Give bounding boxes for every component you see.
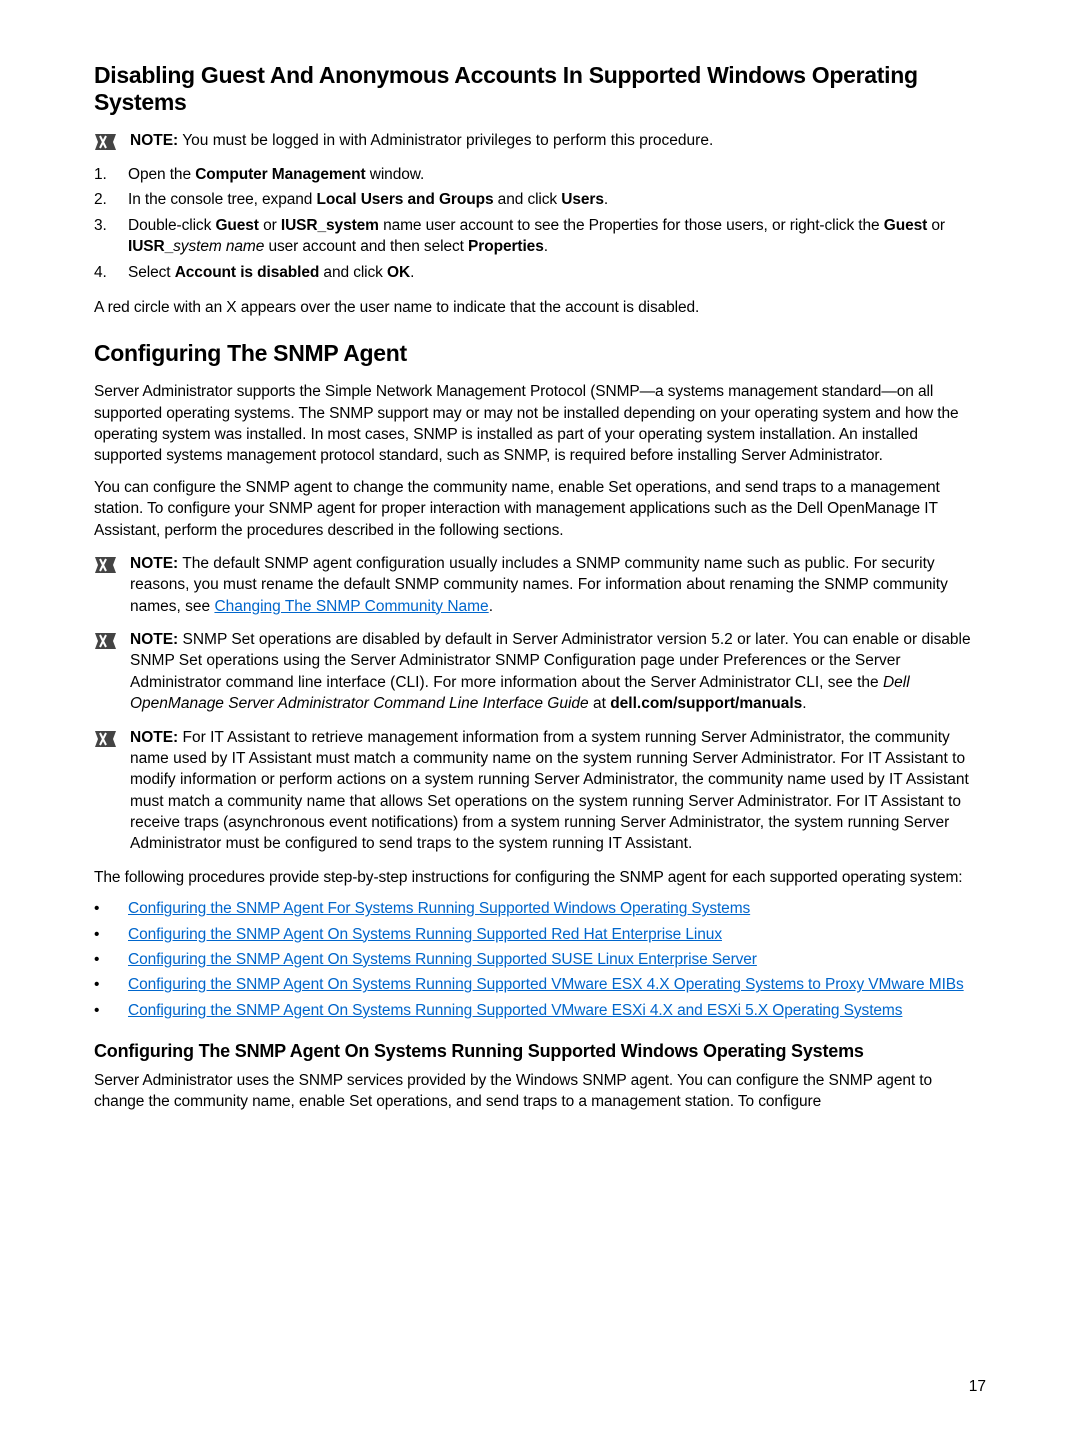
note-icon bbox=[94, 631, 120, 651]
note-set-operations: NOTE: SNMP Set operations are disabled b… bbox=[94, 629, 986, 715]
note-text: NOTE: You must be logged in with Adminis… bbox=[130, 130, 986, 151]
note-it-assistant: NOTE: For IT Assistant to retrieve manag… bbox=[94, 727, 986, 855]
note-admin-privileges: NOTE: You must be logged in with Adminis… bbox=[94, 130, 986, 152]
subsection-title-windows-snmp: Configuring The SNMP Agent On Systems Ru… bbox=[94, 1041, 986, 1062]
closing-text: A red circle with an X appears over the … bbox=[94, 297, 986, 318]
list-item: •Configuring the SNMP Agent On Systems R… bbox=[94, 1000, 986, 1021]
snmp-para2: You can configure the SNMP agent to chan… bbox=[94, 477, 986, 541]
list-item: •Configuring the SNMP Agent For Systems … bbox=[94, 898, 986, 919]
note-icon bbox=[94, 555, 120, 575]
note-icon bbox=[94, 132, 120, 152]
subsection-para: Server Administrator uses the SNMP servi… bbox=[94, 1070, 986, 1113]
link-changing-community-name[interactable]: Changing The SNMP Community Name bbox=[214, 598, 488, 615]
link-list: •Configuring the SNMP Agent For Systems … bbox=[94, 898, 986, 1021]
note-community-name: NOTE: The default SNMP agent configurati… bbox=[94, 553, 986, 617]
link-windows[interactable]: Configuring the SNMP Agent For Systems R… bbox=[128, 900, 750, 917]
step-3: 3. Double-click Guest or IUSR_system nam… bbox=[94, 215, 986, 258]
note-text: NOTE: For IT Assistant to retrieve manag… bbox=[130, 727, 986, 855]
list-item: •Configuring the SNMP Agent On Systems R… bbox=[94, 949, 986, 970]
snmp-para3: The following procedures provide step-by… bbox=[94, 867, 986, 888]
steps-list: 1. Open the Computer Management window. … bbox=[94, 164, 986, 283]
step-1: 1. Open the Computer Management window. bbox=[94, 164, 986, 185]
step-2: 2. In the console tree, expand Local Use… bbox=[94, 189, 986, 210]
snmp-para1: Server Administrator supports the Simple… bbox=[94, 381, 986, 467]
link-redhat[interactable]: Configuring the SNMP Agent On Systems Ru… bbox=[128, 926, 722, 943]
section-title-snmp: Configuring The SNMP Agent bbox=[94, 340, 986, 367]
note-text: NOTE: The default SNMP agent configurati… bbox=[130, 553, 986, 617]
list-item: •Configuring the SNMP Agent On Systems R… bbox=[94, 974, 986, 995]
step-4: 4. Select Account is disabled and click … bbox=[94, 262, 986, 283]
section-title-disable-guest: Disabling Guest And Anonymous Accounts I… bbox=[94, 62, 986, 116]
note-text: NOTE: SNMP Set operations are disabled b… bbox=[130, 629, 986, 715]
link-vmware-esx4[interactable]: Configuring the SNMP Agent On Systems Ru… bbox=[128, 976, 964, 993]
page-number: 17 bbox=[969, 1378, 986, 1396]
note-icon bbox=[94, 729, 120, 749]
link-suse[interactable]: Configuring the SNMP Agent On Systems Ru… bbox=[128, 951, 757, 968]
list-item: •Configuring the SNMP Agent On Systems R… bbox=[94, 924, 986, 945]
link-vmware-esxi[interactable]: Configuring the SNMP Agent On Systems Ru… bbox=[128, 1002, 902, 1019]
